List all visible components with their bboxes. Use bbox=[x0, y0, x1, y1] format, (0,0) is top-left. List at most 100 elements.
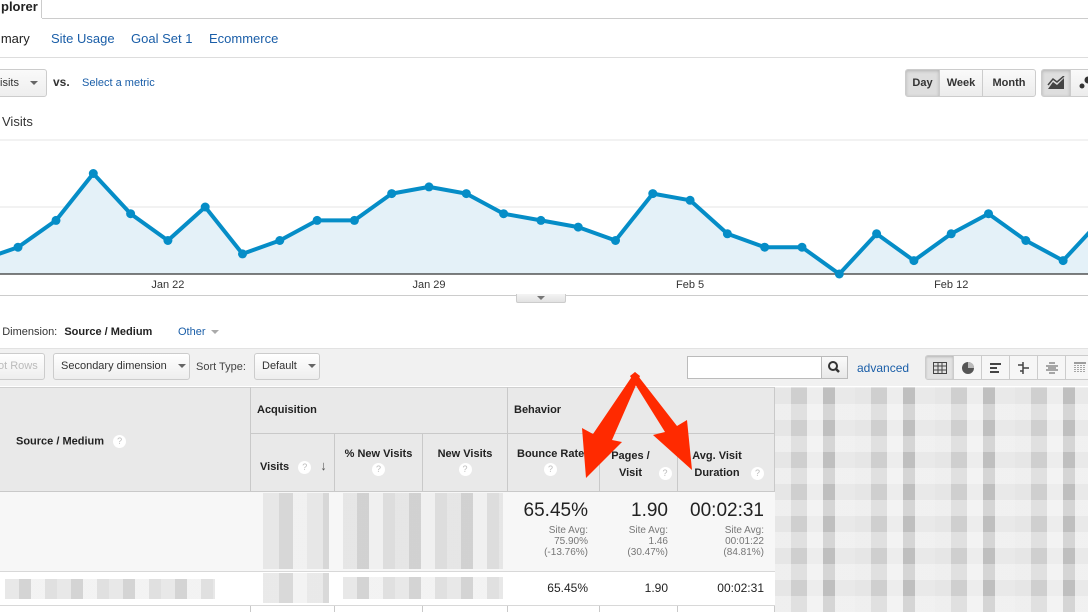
month-button[interactable]: Month bbox=[983, 70, 1035, 96]
total-avg-visit-duration: 00:02:31 bbox=[690, 500, 764, 521]
data-point[interactable] bbox=[797, 242, 807, 252]
site-avg-value: 1.46 bbox=[648, 536, 668, 547]
data-point[interactable] bbox=[760, 242, 770, 252]
data-point[interactable] bbox=[536, 215, 546, 225]
data-point[interactable] bbox=[13, 242, 23, 252]
table-view-icon bbox=[932, 361, 947, 374]
subtab-site-usage[interactable]: Site Usage bbox=[51, 31, 115, 46]
arrow-to-avg-duration-icon bbox=[630, 372, 692, 470]
chevron-down-icon bbox=[30, 81, 39, 86]
data-point[interactable] bbox=[984, 209, 993, 219]
select-metric-link[interactable]: Select a metric bbox=[82, 77, 155, 89]
redacted-new-visits-totals bbox=[343, 493, 503, 569]
pie-view-button[interactable] bbox=[954, 356, 982, 379]
duration-site-avg: Site Avg: 00:01:22 (84.81%) bbox=[678, 525, 764, 558]
primary-dimension: ry Dimension: Source / Medium bbox=[0, 326, 152, 338]
help-icon[interactable]: ? bbox=[113, 435, 127, 448]
week-button[interactable]: Week bbox=[940, 70, 983, 96]
primary-dimension-other[interactable]: Other bbox=[178, 326, 219, 338]
data-point[interactable] bbox=[722, 229, 732, 239]
data-point[interactable] bbox=[872, 229, 882, 239]
search-icon bbox=[828, 361, 840, 373]
header-visits-label: Visits bbox=[260, 461, 290, 473]
subtab-goal-set-1[interactable]: Goal Set 1 bbox=[131, 31, 192, 46]
site-avg-diff: (30.47%) bbox=[627, 547, 668, 558]
motion-chart-icon bbox=[1079, 76, 1088, 89]
chevron-down-icon bbox=[307, 364, 316, 369]
primary-dimension-source-medium[interactable]: Source / Medium bbox=[64, 326, 152, 338]
header-visits[interactable]: Visits ? ↓ bbox=[260, 458, 327, 474]
help-icon[interactable]: ? bbox=[751, 466, 765, 480]
x-tick-label: Feb 5 bbox=[676, 279, 704, 291]
help-icon[interactable]: ? bbox=[372, 463, 385, 476]
data-point[interactable] bbox=[349, 215, 359, 225]
sort-type-select[interactable]: Default bbox=[254, 353, 320, 380]
annotation-arrows bbox=[582, 372, 692, 478]
redacted-conversion-columns bbox=[775, 387, 1088, 612]
line-chart-icon bbox=[1047, 75, 1065, 89]
data-point[interactable] bbox=[1058, 256, 1068, 266]
total-bounce-rate: 65.45% bbox=[523, 500, 588, 521]
data-point[interactable] bbox=[88, 169, 98, 178]
data-point[interactable] bbox=[648, 189, 658, 199]
site-avg-label: Site Avg: bbox=[548, 525, 588, 536]
data-point[interactable] bbox=[499, 209, 509, 219]
pie-view-icon bbox=[961, 361, 974, 374]
subtab-divider bbox=[0, 57, 1088, 58]
search-button[interactable] bbox=[821, 356, 848, 379]
comparison-view-button[interactable] bbox=[1010, 356, 1038, 379]
secondary-dimension-select[interactable]: Secondary dimension bbox=[53, 353, 190, 380]
chevron-down-icon bbox=[210, 330, 219, 335]
performance-view-icon bbox=[989, 362, 1001, 373]
help-icon[interactable]: ? bbox=[544, 463, 557, 476]
header-percent-new-visits-label: % New Visits bbox=[344, 448, 413, 460]
header-percent-new-visits[interactable]: % New Visits ? bbox=[335, 448, 422, 476]
subtab-ecommerce[interactable]: Ecommerce bbox=[209, 31, 278, 46]
data-point[interactable] bbox=[461, 189, 471, 199]
data-point[interactable] bbox=[909, 256, 919, 266]
analytics-explorer: plorer mmary Site Usage Goal Set 1 Ecomm… bbox=[0, 0, 1088, 612]
plot-rows-button[interactable]: ot Rows bbox=[0, 353, 45, 380]
data-point[interactable] bbox=[163, 236, 173, 245]
term-cloud-view-button[interactable] bbox=[1038, 356, 1066, 379]
table-view-button[interactable] bbox=[926, 356, 954, 379]
comparison-view-icon bbox=[1017, 361, 1029, 374]
redacted-visits bbox=[263, 573, 329, 603]
site-avg-diff: (-13.76%) bbox=[544, 547, 588, 558]
line-chart-button[interactable] bbox=[1042, 70, 1072, 96]
data-point[interactable] bbox=[312, 215, 322, 225]
subtab-summary[interactable]: mmary bbox=[0, 31, 30, 46]
pivot-view-button[interactable] bbox=[1066, 356, 1088, 379]
motion-chart-button[interactable] bbox=[1071, 70, 1088, 96]
data-point[interactable] bbox=[126, 209, 136, 219]
header-source-medium[interactable]: Source / Medium ? bbox=[16, 435, 127, 448]
metric-select[interactable]: isits bbox=[0, 69, 47, 97]
data-point[interactable] bbox=[387, 189, 397, 199]
header-new-visits-label: New Visits bbox=[437, 448, 493, 460]
help-icon[interactable]: ? bbox=[298, 460, 312, 474]
advanced-filter-link[interactable]: advanced bbox=[857, 361, 909, 375]
performance-view-button[interactable] bbox=[982, 356, 1010, 379]
metric-select-value: isits bbox=[0, 77, 19, 89]
header-new-visits[interactable]: New Visits ? bbox=[423, 448, 507, 476]
chevron-down-icon bbox=[537, 296, 545, 300]
data-point[interactable] bbox=[834, 269, 844, 279]
site-avg-label: Site Avg: bbox=[724, 525, 764, 536]
data-point[interactable] bbox=[424, 182, 434, 192]
data-point[interactable] bbox=[573, 222, 583, 232]
collapse-chart-handle[interactable] bbox=[516, 294, 566, 303]
x-tick-label: Feb 12 bbox=[934, 279, 968, 291]
header-source-medium-label: Source / Medium bbox=[16, 435, 105, 448]
other-link-label: Other bbox=[178, 326, 206, 338]
data-point[interactable] bbox=[685, 195, 695, 205]
help-icon[interactable]: ? bbox=[458, 463, 472, 476]
data-point[interactable] bbox=[275, 236, 285, 245]
data-point[interactable] bbox=[200, 202, 210, 212]
data-point[interactable] bbox=[946, 229, 956, 239]
data-point[interactable] bbox=[611, 236, 620, 245]
explorer-tab[interactable]: plorer bbox=[0, 0, 42, 18]
data-point[interactable] bbox=[1021, 236, 1031, 245]
data-point[interactable] bbox=[51, 215, 61, 225]
day-button[interactable]: Day bbox=[906, 70, 940, 96]
data-point[interactable] bbox=[238, 249, 247, 259]
